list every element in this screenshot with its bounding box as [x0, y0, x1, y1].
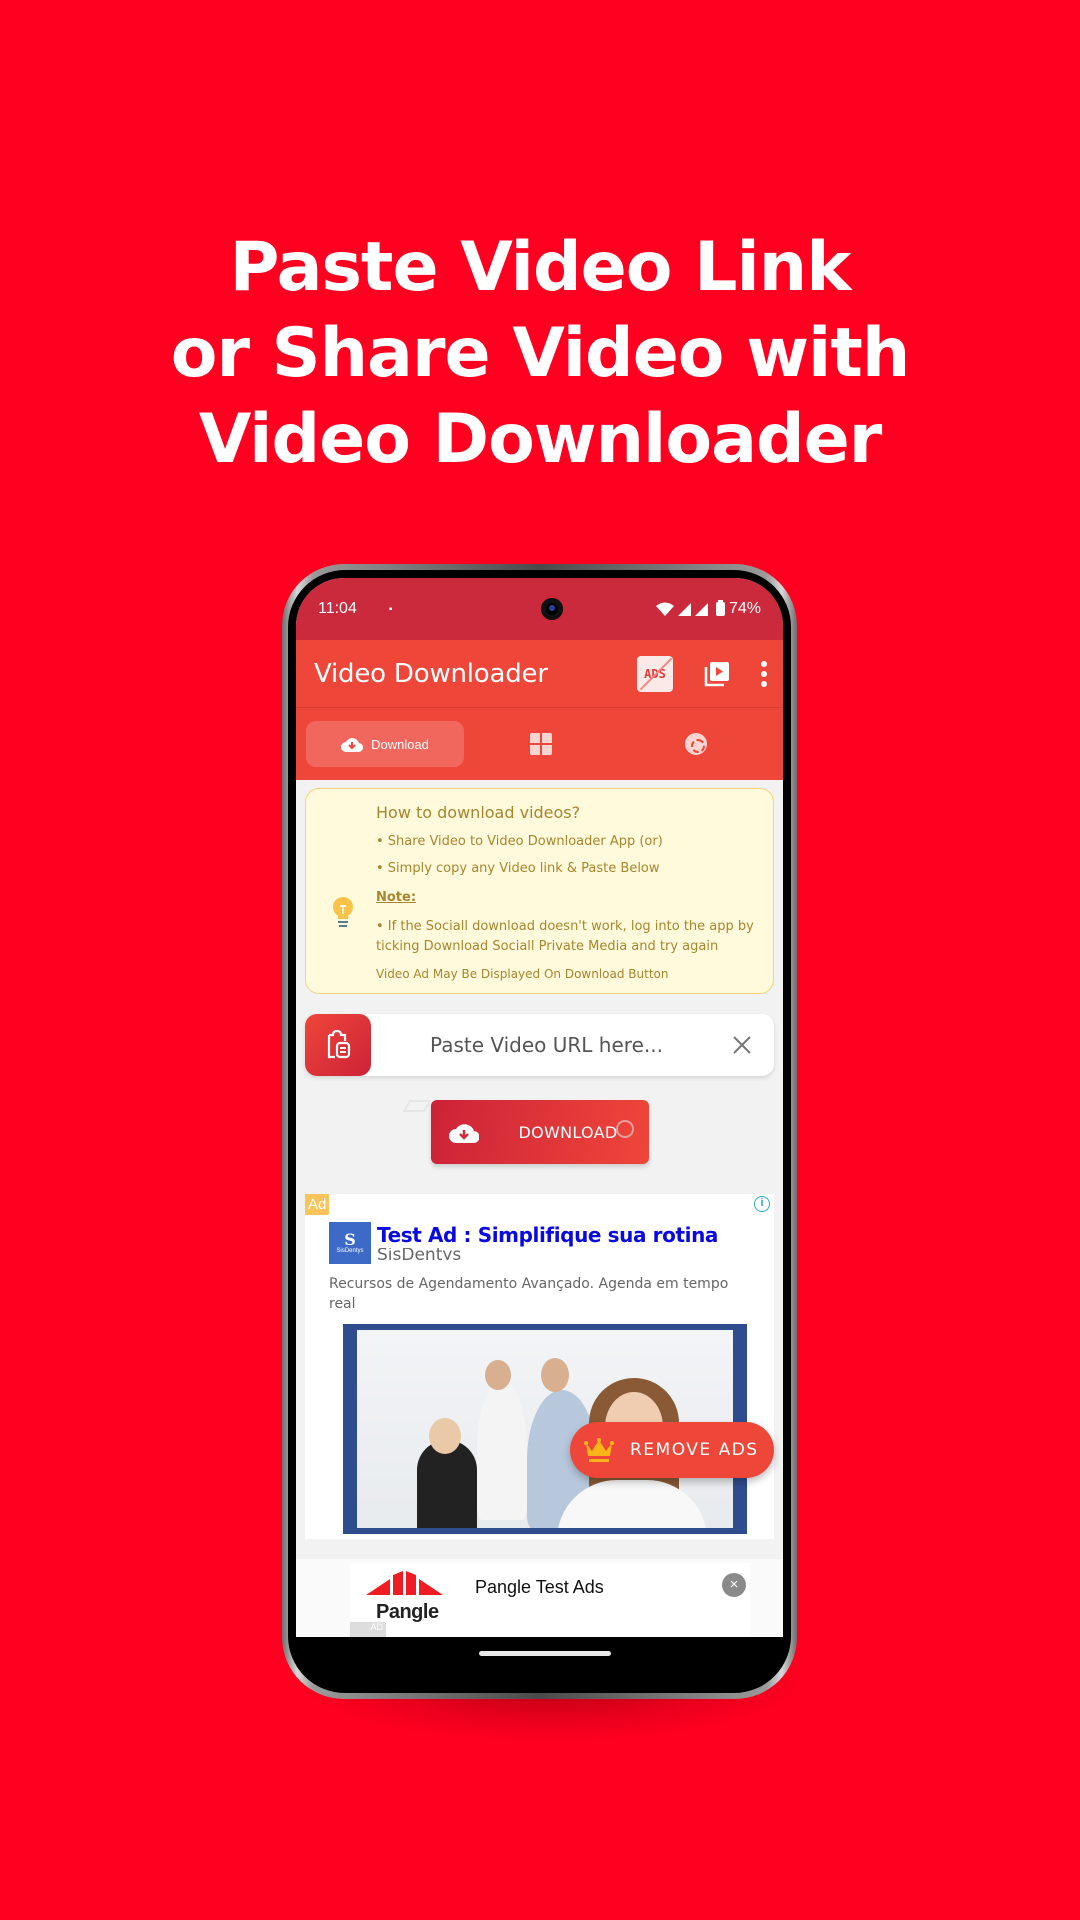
status-icons: 74% — [655, 600, 761, 618]
how-to-bullet: • Simply copy any Video link & Paste Bel… — [376, 861, 660, 876]
battery-percent: 74% — [728, 600, 761, 617]
status-bar: 11:04 ▪ 74% — [296, 578, 783, 640]
app-title: Video Downloader — [314, 658, 548, 689]
tab-status[interactable] — [619, 721, 774, 767]
ad-photo-figure — [485, 1360, 511, 1390]
front-camera — [541, 598, 563, 620]
wifi-icon — [655, 602, 674, 616]
clipboard-icon — [327, 1029, 351, 1059]
ad-logo-letter: S — [344, 1230, 356, 1249]
background-doodle — [616, 1120, 634, 1138]
phone-bezel: 11:04 ▪ 74% Video Downloader ADS Downloa… — [288, 570, 791, 1693]
note-label: Note: — [376, 890, 417, 905]
puzzle-icon — [530, 733, 553, 755]
notification-icon: ▪ — [388, 603, 393, 615]
battery-icon — [715, 600, 725, 616]
native-ad[interactable]: Ad i S SisDentys Test Ad : Simplifique s… — [305, 1194, 774, 1539]
download-button-label: DOWNLOAD — [518, 1122, 618, 1142]
ads-icon-text: ADS — [644, 666, 666, 681]
signal-icon — [677, 602, 691, 616]
how-to-heading: How to download videos? — [376, 803, 581, 822]
how-to-bullet: • Share Video to Video Downloader App (o… — [376, 834, 663, 849]
tab-bar: Download — [296, 708, 783, 780]
phone-frame: 11:04 ▪ 74% Video Downloader ADS Downloa… — [282, 564, 797, 1699]
ad-logo-name: SisDentys — [336, 1248, 364, 1254]
more-options-icon[interactable] — [761, 660, 767, 687]
how-to-card: How to download videos? • Share Video to… — [305, 788, 774, 994]
ad-header: S SisDentys Test Ad : Simplifique sua ro… — [329, 1222, 750, 1264]
app-bar: Video Downloader ADS — [296, 640, 783, 708]
video-library-icon[interactable] — [703, 660, 731, 688]
background-doodle — [402, 1100, 432, 1112]
remove-ads-button[interactable]: REMOVE ADS — [570, 1422, 774, 1478]
ad-title[interactable]: Test Ad : Simplifique sua rotina — [377, 1222, 718, 1248]
lightbulb-icon — [333, 897, 353, 927]
app-bar-actions: ADS — [637, 655, 767, 692]
banner-ad[interactable]: Pangle Pangle Test Ads × AD — [296, 1559, 783, 1637]
headline-line-1: Paste Video Link — [229, 228, 852, 307]
banner-ad-tag: AD — [350, 1622, 386, 1637]
video-url-input[interactable] — [371, 1033, 722, 1057]
tab-download[interactable]: Download — [306, 721, 464, 767]
ad-photo-figure — [541, 1358, 569, 1392]
note-text: • If the Sociall download doesn't work, … — [376, 919, 754, 954]
signal-icon-2 — [694, 602, 708, 616]
tab-tools[interactable] — [464, 721, 619, 767]
remove-ads-icon[interactable]: ADS — [637, 655, 673, 692]
ad-description: Recursos de Agendamento Avançado. Agenda… — [329, 1276, 729, 1312]
banner-ad-title: Pangle Test Ads — [475, 1577, 604, 1597]
ad-photo-figure — [429, 1418, 461, 1454]
status-time: 11:04 — [318, 600, 357, 617]
pangle-logo-text: Pangle — [376, 1601, 439, 1623]
clear-input-button[interactable] — [722, 1025, 762, 1065]
home-indicator[interactable] — [479, 1651, 611, 1656]
navigation-bar — [296, 1637, 783, 1688]
video-ad-notice: Video Ad May Be Displayed On Download Bu… — [376, 967, 669, 981]
cloud-download-icon — [448, 1124, 479, 1143]
pangle-logo: Pangle — [366, 1571, 450, 1627]
tab-download-label: Download — [371, 736, 429, 752]
promo-headline: Paste Video Link or Share Video with Vid… — [0, 225, 1080, 483]
ad-title-block: Test Ad : Simplifique sua rotina SisDent… — [377, 1222, 718, 1260]
ad-photo-figure — [477, 1380, 527, 1520]
main-content: How to download videos? • Share Video to… — [296, 780, 783, 1637]
headline-line-2: or Share Video with — [170, 314, 911, 393]
crown-icon — [584, 1438, 614, 1462]
cloud-download-icon — [341, 738, 364, 752]
app-screen: 11:04 ▪ 74% Video Downloader ADS Downloa… — [296, 578, 783, 1637]
remove-ads-label: REMOVE ADS — [630, 1440, 759, 1460]
close-icon — [733, 1036, 751, 1054]
ad-advertiser-logo: S SisDentys — [329, 1222, 371, 1264]
paste-button[interactable] — [305, 1014, 371, 1076]
url-input-row — [305, 1014, 774, 1076]
ad-advertiser: SisDentys — [377, 1248, 462, 1260]
headline-line-3: Video Downloader — [198, 400, 883, 479]
status-icon — [684, 733, 707, 755]
pangle-logo-mark — [366, 1571, 443, 1595]
ad-info-icon[interactable]: i — [754, 1196, 770, 1212]
banner-ad-content: Pangle Pangle Test Ads × AD — [350, 1563, 750, 1637]
banner-close-button[interactable]: × — [722, 1573, 746, 1597]
ad-badge: Ad — [305, 1194, 330, 1215]
